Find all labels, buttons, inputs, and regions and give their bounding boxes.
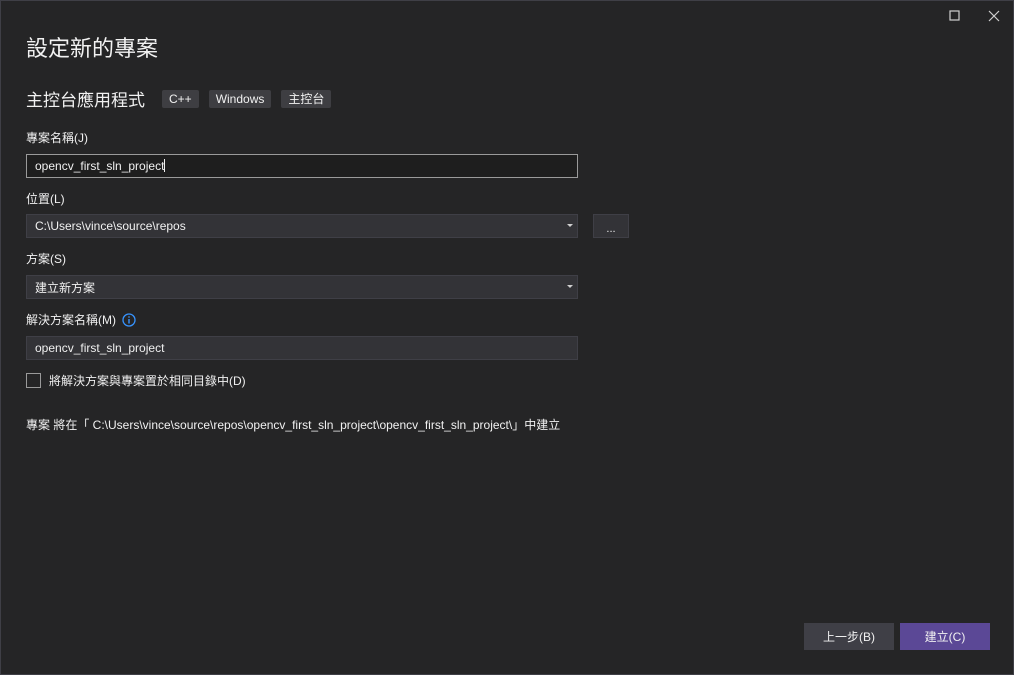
chevron-down-icon: [567, 224, 573, 227]
project-name-label: 專案名稱(J): [26, 131, 88, 145]
info-icon[interactable]: [122, 313, 136, 330]
close-icon: [988, 10, 1000, 22]
solution-name-label: 解決方案名稱(M): [26, 313, 116, 327]
same-directory-checkbox[interactable]: [26, 373, 41, 388]
location-combobox[interactable]: C:\Users\vince\source\repos: [26, 214, 578, 238]
template-name: 主控台應用程式: [26, 91, 145, 110]
project-name-value: opencv_first_sln_project: [27, 159, 165, 173]
solution-value: 建立新方案: [35, 280, 96, 295]
chevron-down-icon: [567, 285, 573, 288]
close-button[interactable]: [977, 5, 1011, 27]
solution-dropdown[interactable]: 建立新方案: [26, 275, 578, 299]
project-name-input[interactable]: opencv_first_sln_project: [26, 154, 578, 178]
back-button[interactable]: 上一步(B): [804, 623, 894, 650]
location-value: C:\Users\vince\source\repos: [35, 219, 186, 233]
browse-button[interactable]: ...: [593, 214, 629, 238]
solution-name-input[interactable]: opencv_first_sln_project: [26, 336, 578, 360]
project-path-info: 專案 將在「 C:\Users\vince\source\repos\openc…: [26, 418, 561, 432]
same-directory-label[interactable]: 將解決方案與專案置於相同目錄中(D): [49, 372, 246, 389]
create-button[interactable]: 建立(C): [900, 623, 990, 650]
tag-language: C++: [162, 89, 199, 108]
location-label: 位置(L): [26, 192, 65, 206]
page-title: 設定新的專案: [26, 36, 159, 61]
solution-label: 方案(S): [26, 252, 66, 266]
maximize-icon: [949, 10, 960, 21]
browse-label: ...: [606, 223, 616, 235]
solution-name-label-row: 解決方案名稱(M): [26, 311, 136, 330]
tag-project-type: 主控台: [281, 89, 332, 108]
same-directory-option[interactable]: 將解決方案與專案置於相同目錄中(D): [26, 372, 246, 389]
template-header: 主控台應用程式 C++ Windows 主控台: [26, 86, 341, 111]
dialog-window: 設定新的專案 主控台應用程式 C++ Windows 主控台 專案名稱(J) o…: [0, 0, 1014, 675]
maximize-button[interactable]: [938, 5, 972, 27]
tag-platform: Windows: [208, 89, 272, 108]
solution-name-value: opencv_first_sln_project: [35, 341, 165, 355]
